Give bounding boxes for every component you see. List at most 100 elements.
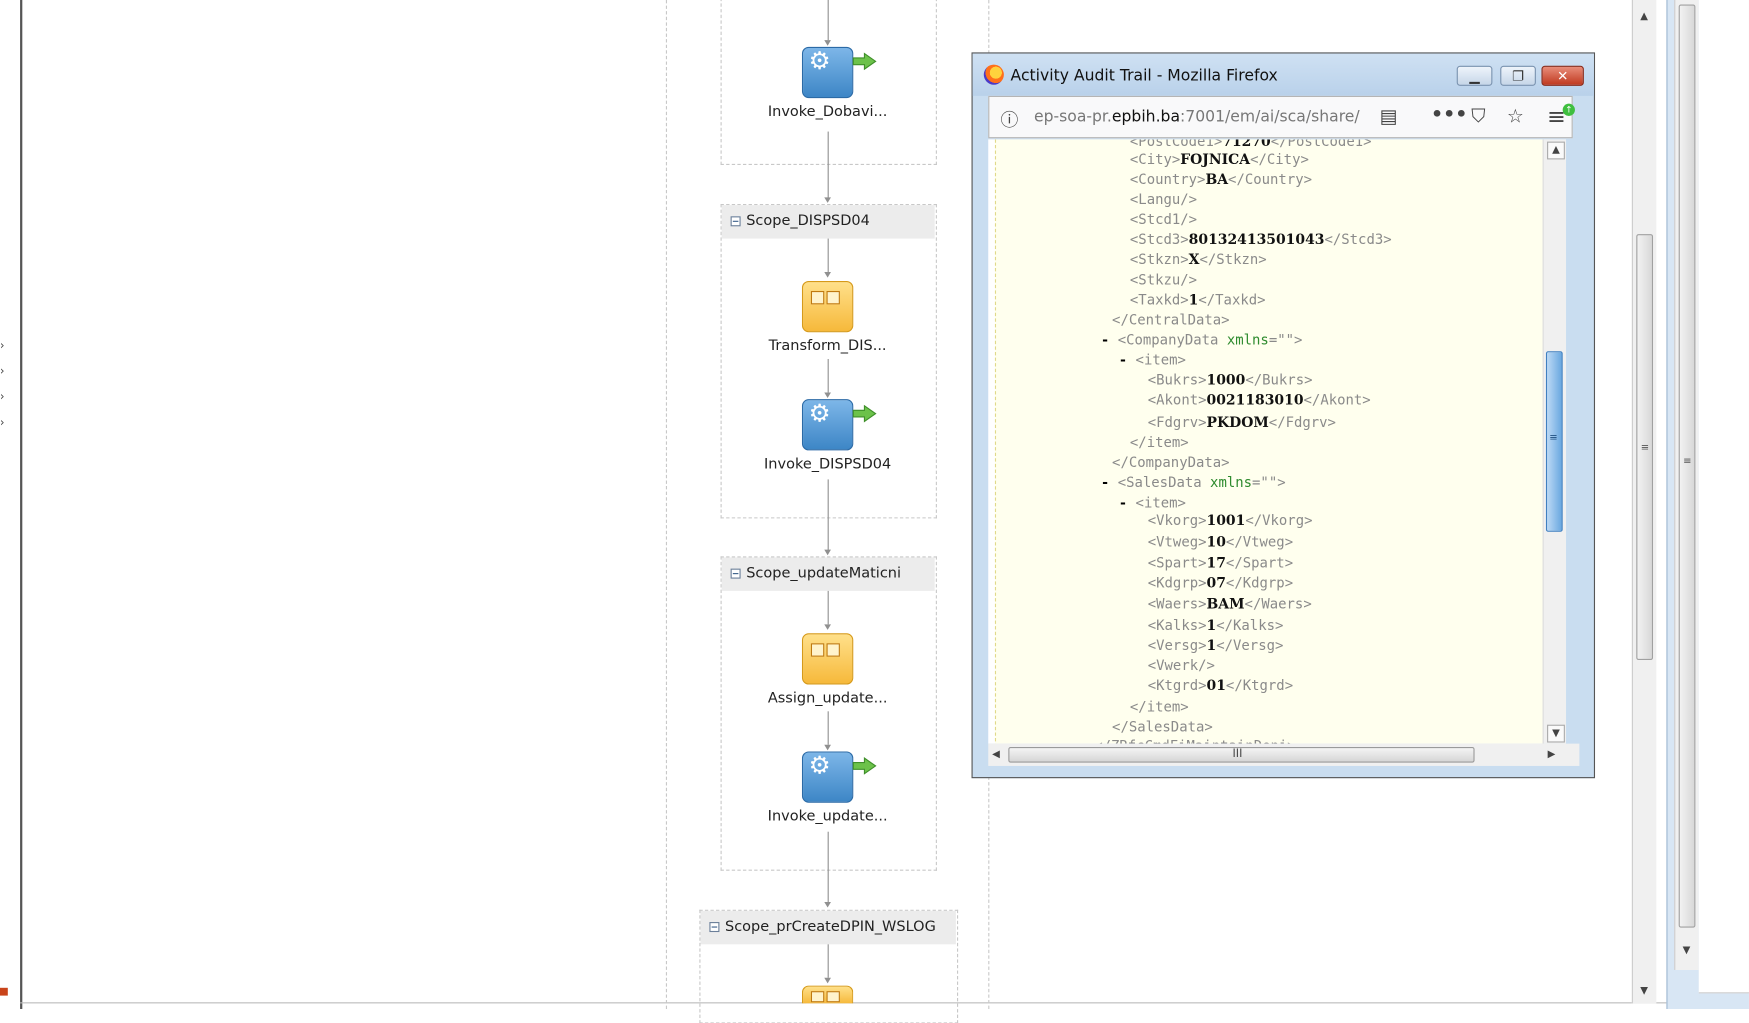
assign-update-node[interactable]	[801, 633, 854, 685]
xml-line: <Vkorg>1001</Vkorg>	[1147, 511, 1313, 529]
xml-line: - <item>	[1118, 493, 1186, 511]
scope-dispsd04-header[interactable]: Scope_DISPSD04	[721, 205, 935, 239]
scope-prcreatedpin-label: Scope_prCreateDPIN_WSLOG	[725, 918, 936, 936]
minimize-button[interactable]: ▁	[1456, 65, 1493, 86]
scope-updatematicni-label: Scope_updateMaticni	[746, 565, 902, 582]
corner-indicator-icon	[0, 987, 8, 996]
gear-icon: ⚙	[808, 400, 831, 429]
xml-line: <Vtweg>10</Vtweg>	[1147, 532, 1294, 550]
invoke-update-node[interactable]: ⚙	[801, 751, 877, 803]
scroll-down-icon[interactable]: ▼	[1547, 724, 1565, 743]
scope-dispsd04-label: Scope_DISPSD04	[746, 212, 870, 230]
document-icon	[826, 991, 840, 1003]
gear-icon: ⚙	[808, 752, 831, 781]
scroll-right-icon[interactable]: ▶	[1544, 747, 1560, 763]
xml-content-area[interactable]: <PostCode1>71270</PostCode1> <City>FOJNI…	[988, 139, 1567, 744]
xml-line: <Ktgrd>01</Ktgrd>	[1147, 676, 1294, 694]
transform-dis-label: Transform_DIS...	[768, 337, 887, 355]
xml-line: <Kdgrp>07</Kdgrp>	[1147, 574, 1294, 591]
collapse-toggle[interactable]: -	[1101, 331, 1118, 348]
popup-vscroll-thumb[interactable]: ≡	[1545, 351, 1563, 532]
url-domain: epbih.ba	[1111, 108, 1181, 126]
collapse-icon[interactable]	[709, 922, 720, 933]
scroll-down-icon: ▼	[1682, 945, 1691, 957]
xml-line: - <SalesData xmlns="">	[1100, 473, 1286, 491]
xml-line: <Country>BA</Country>	[1129, 170, 1313, 188]
xml-line: <Taxkd>1</Taxkd>	[1129, 290, 1266, 308]
address-bar[interactable]: ⓘ ep-soa-pr.epbih.ba:7001/em/ai/sca/shar…	[988, 95, 1575, 139]
xml-line: <Bukrs>1000</Bukrs>	[1147, 371, 1313, 388]
grip-icon: ≡	[1640, 442, 1650, 454]
collapse-toggle[interactable]: -	[1101, 474, 1118, 491]
collapse-toggle[interactable]: -	[1119, 494, 1136, 511]
connector-arrow	[824, 40, 831, 46]
xml-line: <Vwerk/>	[1147, 656, 1215, 674]
connector	[827, 131, 829, 199]
connector-arrow	[824, 549, 831, 556]
main-left-border	[20, 0, 23, 1009]
invoke-update-label: Invoke_update...	[767, 808, 888, 826]
connector	[827, 590, 829, 625]
audit-trail-window: Activity Audit Trail - Mozilla Firefox ▁…	[971, 52, 1596, 779]
info-icon[interactable]: ⓘ	[1001, 105, 1019, 132]
xml-line: <Versg>1</Versg>	[1147, 636, 1284, 654]
assign-node-partial[interactable]	[801, 985, 854, 1004]
document-icon	[810, 643, 825, 657]
xml-line: <Stkzu/>	[1129, 270, 1198, 288]
invoke-dobavi-node[interactable]: ⚙	[801, 46, 877, 99]
connector	[827, 479, 829, 551]
bookmark-star-icon[interactable]: ☆	[1507, 106, 1524, 128]
connector-arrow	[824, 624, 831, 630]
popup-vertical-scrollbar[interactable]: ▲ ≡ ▼	[1542, 139, 1567, 744]
arrow-right-icon	[852, 52, 877, 71]
popup-horizontal-scrollbar[interactable]: ◀ III ▶	[988, 743, 1580, 766]
url-prefix: ep-soa-pr.	[1033, 108, 1112, 126]
invoke-dobavi-label: Invoke_Dobavi...	[767, 103, 888, 121]
more-actions-icon[interactable]: •••	[1431, 104, 1467, 126]
connector-arrow	[824, 977, 831, 984]
scroll-down-icon[interactable]: ▼	[1636, 983, 1652, 999]
transform-dis-node[interactable]	[801, 280, 854, 333]
reader-view-icon[interactable]: ▤	[1380, 106, 1398, 128]
scroll-up-icon[interactable]: ▲	[1636, 9, 1652, 25]
connector-arrow	[824, 392, 831, 399]
arrow-right-icon	[852, 404, 877, 423]
document-icon	[810, 290, 825, 305]
xml-line: <Fdgrv>PKDOM</Fdgrv>	[1147, 413, 1336, 431]
scroll-left-icon[interactable]: ◀	[988, 747, 1004, 763]
pocket-icon[interactable]: ⛉	[1471, 106, 1485, 128]
collapse-icon[interactable]	[730, 216, 741, 227]
document-icon	[826, 290, 840, 305]
scope-updatematicni-header[interactable]: Scope_updateMaticni	[721, 557, 935, 591]
connector-arrow	[824, 744, 831, 751]
invoke-dispsd04-label: Invoke_DISPSD04	[764, 455, 892, 473]
firefox-logo-icon	[983, 64, 1004, 85]
main-vscroll-thumb[interactable]: ≡	[1636, 234, 1654, 661]
edge-marker-icon: ›	[0, 365, 5, 378]
grip-icon: ≡	[1549, 432, 1558, 444]
collapse-toggle[interactable]: -	[1119, 351, 1136, 368]
connector-arrow	[824, 901, 831, 908]
connector	[827, 238, 829, 273]
edge-marker-icon: ›	[0, 416, 5, 430]
xml-line: <Waers>BAM</Waers>	[1147, 595, 1312, 613]
connector	[827, 831, 829, 904]
maximize-button[interactable]: ❐	[1500, 65, 1536, 86]
background-window-pane	[1698, 0, 1749, 994]
xml-line: - <CompanyData xmlns="">	[1100, 331, 1303, 348]
xml-line: <PostCode1>71270</PostCode1>	[1129, 139, 1372, 150]
invoke-dispsd04-node[interactable]: ⚙	[801, 399, 877, 451]
url-text[interactable]: ep-soa-pr.epbih.ba:7001/em/ai/sca/share/	[1034, 108, 1369, 126]
xml-line: </SalesData>	[1112, 717, 1213, 735]
xml-line: </CompanyData>	[1112, 453, 1230, 471]
close-button[interactable]: ✕	[1541, 65, 1584, 86]
url-rest: :7001/em/ai/sca/share/	[1180, 108, 1360, 126]
popup-hscroll-thumb[interactable]: III	[1008, 746, 1475, 763]
scope-prcreatedpin-header[interactable]: Scope_prCreateDPIN_WSLOG	[700, 910, 956, 945]
collapse-icon[interactable]	[730, 568, 741, 579]
window-titlebar[interactable]: Activity Audit Trail - Mozilla Firefox ▁…	[972, 53, 1594, 96]
main-vertical-scrollbar[interactable]: ▲ ≡ ▼	[1631, 0, 1657, 1004]
scroll-up-icon[interactable]: ▲	[1547, 141, 1565, 160]
xml-line: <Akont>0021183010</Akont>	[1147, 391, 1371, 409]
update-badge-icon: ↑	[1562, 103, 1575, 116]
